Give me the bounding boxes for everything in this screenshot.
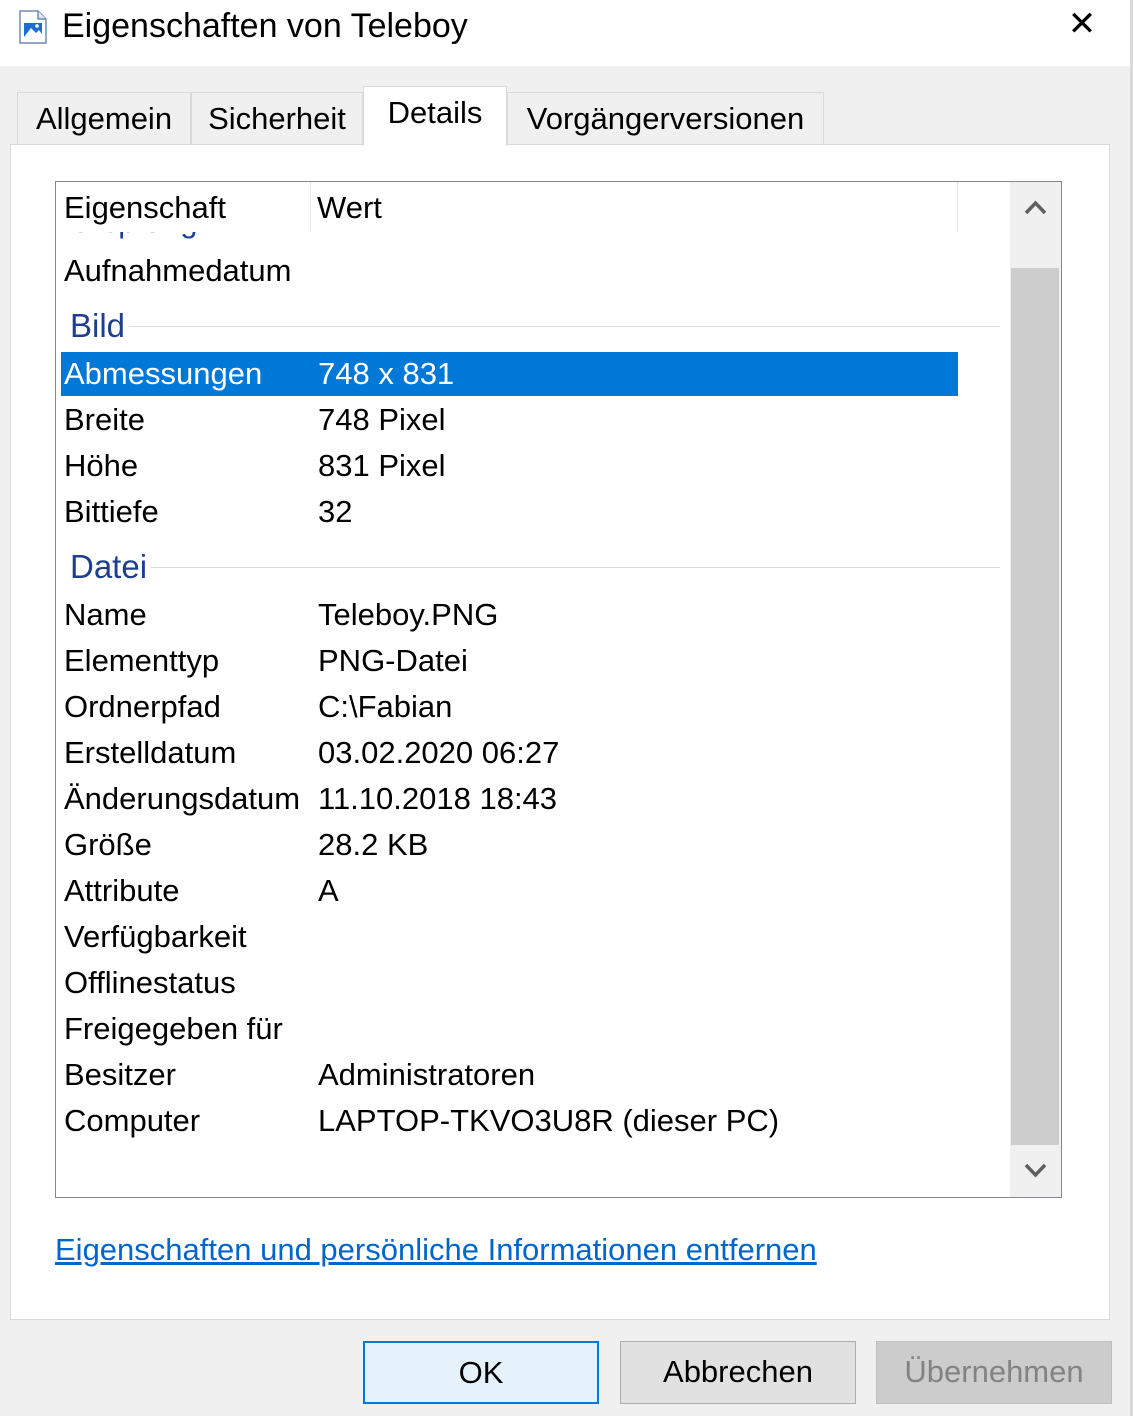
group-divider: [70, 326, 1000, 327]
column-divider[interactable]: [310, 182, 311, 232]
property-value: C:\Fabian: [318, 689, 453, 724]
property-name: Höhe: [64, 448, 139, 483]
property-row[interactable]: Attribute A: [61, 869, 958, 913]
property-row[interactable]: Computer LAPTOP-TKVO3U8R (dieser PC): [61, 1099, 958, 1143]
tab-allgemein[interactable]: Allgemein: [17, 92, 191, 144]
tab-vorgaengerversionen[interactable]: Vorgängerversionen: [507, 92, 824, 144]
property-row[interactable]: Ordnerpfad C:\Fabian: [61, 685, 958, 729]
group-header-bild: Bild: [56, 303, 1010, 349]
property-value: 03.02.2020 06:27: [318, 735, 560, 770]
tab-label: Allgemein: [35, 101, 173, 136]
property-value: 748 x 831: [318, 356, 455, 391]
vertical-scrollbar[interactable]: [1010, 182, 1061, 1197]
scroll-up-button[interactable]: [1010, 182, 1061, 232]
property-value: LAPTOP-TKVO3U8R (dieser PC): [318, 1103, 780, 1138]
property-value: 28.2 KB: [318, 827, 429, 862]
tab-label: Vorgängerversionen: [526, 101, 805, 136]
property-row[interactable]: Verfügbarkeit: [61, 915, 958, 959]
property-value: 831 Pixel: [318, 448, 446, 483]
property-row-selected[interactable]: Abmessungen 748 x 831: [61, 352, 958, 396]
chevron-down-icon: [1024, 1163, 1047, 1178]
tab-label: Details: [387, 95, 483, 130]
group-header-datei: Datei: [56, 544, 1010, 590]
property-name: Breite: [64, 402, 145, 437]
close-icon: ✕: [1067, 5, 1097, 43]
property-value: 11.10.2018 18:43: [318, 781, 558, 816]
column-header: Eigenschaft Wert: [56, 182, 1010, 232]
column-divider[interactable]: [957, 182, 958, 232]
property-name: Aufnahmedatum: [64, 253, 292, 288]
tab-details[interactable]: Details: [363, 86, 507, 146]
property-name: Größe: [64, 827, 152, 862]
apply-button[interactable]: Übernehmen: [876, 1341, 1112, 1404]
property-value: 32: [318, 494, 353, 529]
property-name: Erstelldatum: [64, 735, 237, 770]
property-row[interactable]: Bittiefe 32: [61, 490, 958, 534]
group-label: Bild: [70, 303, 130, 349]
tab-sicherheit[interactable]: Sicherheit: [191, 92, 363, 144]
tab-label: Sicherheit: [208, 101, 346, 136]
property-name: Offlinestatus: [64, 965, 236, 1000]
property-list[interactable]: Ursprung Eigenschaft Wert Aufnahmedatum …: [55, 181, 1062, 1198]
property-row[interactable]: Größe 28.2 KB: [61, 823, 958, 867]
property-name: Verfügbarkeit: [64, 919, 247, 954]
column-header-value[interactable]: Wert: [317, 188, 382, 228]
property-row[interactable]: Erstelldatum 03.02.2020 06:27: [61, 731, 958, 775]
column-header-property[interactable]: Eigenschaft: [64, 188, 226, 228]
title-bar: Eigenschaften von Teleboy ✕: [0, 0, 1133, 66]
property-name: Freigegeben für: [64, 1011, 283, 1046]
property-row[interactable]: Änderungsdatum 11.10.2018 18:43: [61, 777, 958, 821]
chevron-up-icon: [1024, 200, 1047, 215]
property-name: Attribute: [64, 873, 180, 908]
property-value: A: [318, 873, 339, 908]
scrollbar-thumb[interactable]: [1011, 268, 1059, 1145]
property-name: Besitzer: [64, 1057, 176, 1092]
property-name: Änderungsdatum: [64, 781, 301, 816]
property-name: Name: [64, 597, 147, 632]
ok-button[interactable]: OK: [363, 1341, 599, 1404]
group-divider: [70, 567, 1000, 568]
property-name: Elementtyp: [64, 643, 220, 678]
property-row[interactable]: Elementtyp PNG-Datei: [61, 639, 958, 683]
property-list-content: Ursprung Eigenschaft Wert Aufnahmedatum …: [56, 182, 1010, 1197]
property-name: Abmessungen: [64, 356, 263, 391]
remove-properties-link[interactable]: Eigenschaften und persönliche Informatio…: [55, 1228, 817, 1272]
property-row[interactable]: Aufnahmedatum: [61, 249, 958, 293]
property-name: Ordnerpfad: [64, 689, 221, 724]
property-row[interactable]: Freigegeben für: [61, 1007, 958, 1051]
property-name: Bittiefe: [64, 494, 159, 529]
property-value: Administratoren: [318, 1057, 536, 1092]
property-value: Teleboy.PNG: [318, 597, 499, 632]
property-name: Computer: [64, 1103, 201, 1138]
scroll-down-button[interactable]: [1010, 1147, 1061, 1197]
group-label: Datei: [70, 544, 152, 590]
property-row[interactable]: Offlinestatus: [61, 961, 958, 1005]
property-row[interactable]: Höhe 831 Pixel: [61, 444, 958, 488]
cancel-button[interactable]: Abbrechen: [620, 1341, 856, 1404]
property-row[interactable]: Name Teleboy.PNG: [61, 593, 958, 637]
property-row[interactable]: Besitzer Administratoren: [61, 1053, 958, 1097]
property-row[interactable]: Breite 748 Pixel: [61, 398, 958, 442]
property-value: 748 Pixel: [318, 402, 446, 437]
image-file-icon: [19, 10, 47, 44]
close-button[interactable]: ✕: [1060, 4, 1104, 48]
property-value: PNG-Datei: [318, 643, 468, 678]
window-title: Eigenschaften von Teleboy: [62, 7, 468, 45]
